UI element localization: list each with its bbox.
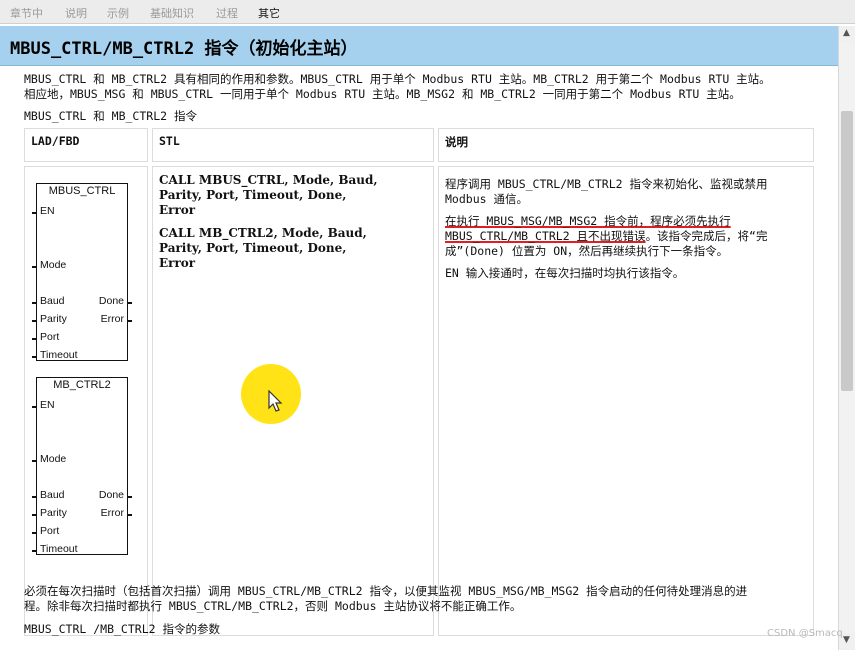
pin-line: [127, 514, 132, 516]
pin-mode: Mode: [40, 453, 67, 465]
mouse-pointer-icon: [268, 390, 283, 412]
help-content: MBUS_CTRL 和 MB_CTRL2 具有相同的作用和参数。MBUS_CTR…: [0, 66, 838, 650]
pin-error: Error: [100, 313, 124, 325]
pin-mode: Mode: [40, 259, 67, 271]
function-block-mb-ctrl2: MB_CTRL2 EN Mode Baud Done Parity Error …: [32, 377, 132, 555]
stl-call2-line2: Parity, Port, Timeout, Done,: [159, 241, 347, 255]
function-block-mbus-ctrl: MBUS_CTRL EN Mode Baud Done Parity Error…: [32, 183, 132, 361]
pin-parity: Parity: [40, 507, 67, 519]
desc-p3: EN 输入接通时，在每次扫描时均执行该指令。: [445, 266, 685, 280]
page-title-bar: MBUS_CTRL/MB_CTRL2 指令（初始化主站）: [0, 26, 838, 66]
desc-p2-line2-underlined: MBUS_CTRL/MB_CTRL2 且不出现错误: [445, 229, 646, 243]
intro-line-2: 相应地，MBUS_MSG 和 MBUS_CTRL 一同用于单个 Modbus R…: [24, 87, 741, 101]
pin-port: Port: [40, 331, 60, 343]
pin-error: Error: [100, 507, 124, 519]
arrow-up-icon: ▲: [843, 28, 850, 38]
table-caption: MBUS_CTRL 和 MB_CTRL2 指令: [24, 109, 197, 123]
pin-line: [32, 212, 37, 214]
tab-bar: 章节中 说明 示例 基础知识 过程 其它: [0, 0, 855, 24]
tab-other[interactable]: 其它: [258, 5, 280, 21]
scroll-thumb[interactable]: [841, 111, 853, 391]
pin-done: Done: [98, 489, 124, 501]
tab-procedure[interactable]: 过程: [216, 5, 238, 21]
scroll-up-button[interactable]: ▲: [839, 26, 855, 43]
tab-chapter[interactable]: 章节中: [10, 5, 43, 21]
arrow-down-icon: ▼: [843, 635, 850, 645]
pin-en: EN: [40, 399, 55, 411]
block-title: MBUS_CTRL: [48, 185, 116, 197]
pin-line: [32, 356, 37, 358]
pin-line: [32, 266, 37, 268]
page-title: MBUS_CTRL/MB_CTRL2 指令（初始化主站）: [10, 39, 358, 59]
footer-line-1: 必须在每次扫描时（包括首次扫描）调用 MBUS_CTRL/MB_CTRL2 指令…: [24, 584, 748, 598]
lad-fbd-cell: MBUS_CTRL EN Mode Baud Done Parity Error…: [24, 166, 148, 636]
block-title: MB_CTRL2: [53, 379, 111, 391]
desc-p2-line1: 在执行 MBUS_MSG/MB_MSG2 指令前，程序必须先执行: [445, 214, 731, 228]
pin-baud: Baud: [40, 489, 65, 501]
pin-line: [32, 532, 37, 534]
stl-call1-line2: Parity, Port, Timeout, Done,: [159, 188, 347, 202]
desc-p2-line2-rest: 。该指令完成后，将“完: [645, 229, 768, 243]
footer-line-2: 程。除非每次扫描时都执行 MBUS_CTRL/MB_CTRL2，否则 Modbu…: [24, 599, 522, 613]
desc-p2-line3: 成”(Done) 位置为 ON，然后再继续执行下一条指令。: [445, 244, 729, 258]
stl-call2-line3: Error: [159, 256, 196, 270]
stl-call2-line1: CALL MB_CTRL2, Mode, Baud,: [159, 226, 367, 240]
pin-line: [32, 338, 37, 340]
pin-timeout: Timeout: [40, 543, 78, 555]
pin-line: [32, 460, 37, 462]
pin-line: [127, 496, 132, 498]
watermark: CSDN @Smacq: [767, 628, 843, 639]
desc-p1-line2: Modbus 通信。: [445, 192, 528, 206]
header-stl: STL: [152, 128, 434, 162]
pin-line: [127, 302, 132, 304]
instruction-table: LAD/FBD STL 说明 MBUS_CTRL EN Mode Baud Do…: [24, 128, 816, 642]
pin-line: [32, 406, 37, 408]
header-description: 说明: [438, 128, 814, 162]
header-lad-fbd: LAD/FBD: [24, 128, 148, 162]
tab-basics[interactable]: 基础知识: [150, 5, 194, 21]
pin-port: Port: [40, 525, 60, 537]
pin-en: EN: [40, 205, 55, 217]
desc-p1-line1: 程序调用 MBUS_CTRL/MB_CTRL2 指令来初始化、监视或禁用: [445, 177, 768, 191]
pin-timeout: Timeout: [40, 349, 78, 361]
stl-call1-line1: CALL MBUS_CTRL, Mode, Baud,: [159, 173, 378, 187]
vertical-scrollbar[interactable]: ▲ ▼: [838, 26, 855, 650]
pin-line: [32, 550, 37, 552]
pin-line: [32, 496, 37, 498]
pin-line: [32, 514, 37, 516]
pin-line: [32, 320, 37, 322]
stl-call1-line3: Error: [159, 203, 196, 217]
pin-baud: Baud: [40, 295, 65, 307]
params-heading: MBUS_CTRL /MB_CTRL2 指令的参数: [24, 622, 220, 636]
pin-parity: Parity: [40, 313, 67, 325]
desc-p2-line2: MBUS_CTRL/MB_CTRL2 且不出现错误。该指令完成后，将“完: [445, 229, 768, 244]
intro-line-1: MBUS_CTRL 和 MB_CTRL2 具有相同的作用和参数。MBUS_CTR…: [24, 72, 771, 86]
tab-description[interactable]: 说明: [65, 5, 87, 21]
description-cell: 程序调用 MBUS_CTRL/MB_CTRL2 指令来初始化、监视或禁用 Mod…: [438, 166, 814, 636]
tab-example[interactable]: 示例: [107, 5, 129, 21]
pin-line: [127, 320, 132, 322]
pin-line: [32, 302, 37, 304]
pin-done: Done: [98, 295, 124, 307]
